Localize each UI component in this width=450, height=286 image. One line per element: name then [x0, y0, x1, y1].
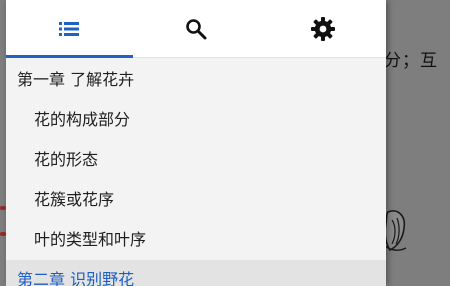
gear-icon: [310, 16, 335, 41]
toc-chapter-1[interactable]: 第一章 了解花卉: [6, 60, 386, 100]
toc-section-flower-forms[interactable]: 花的形态: [6, 140, 386, 180]
tab-settings[interactable]: [259, 0, 386, 57]
tab-contents[interactable]: [6, 0, 133, 58]
search-icon: [186, 18, 207, 39]
list-icon: [59, 21, 80, 36]
toc-section-flower-parts[interactable]: 花的构成部分: [6, 100, 386, 140]
toc-section-inflorescence[interactable]: 花簇或花序: [6, 180, 386, 220]
drawer-tab-bar: [6, 0, 386, 58]
navigation-drawer: 第一章 了解花卉 花的构成部分 花的形态 花簇或花序 叶的类型和叶序 第二章 识…: [6, 0, 386, 286]
reader-page-text: 分；互: [384, 51, 438, 71]
toc-chapter-2[interactable]: 第二章 识别野花: [6, 260, 386, 286]
table-of-contents: 第一章 了解花卉 花的构成部分 花的形态 花簇或花序 叶的类型和叶序 第二章 识…: [6, 60, 386, 286]
tab-search[interactable]: [133, 0, 260, 57]
toc-section-leaf-types[interactable]: 叶的类型和叶序: [6, 220, 386, 260]
